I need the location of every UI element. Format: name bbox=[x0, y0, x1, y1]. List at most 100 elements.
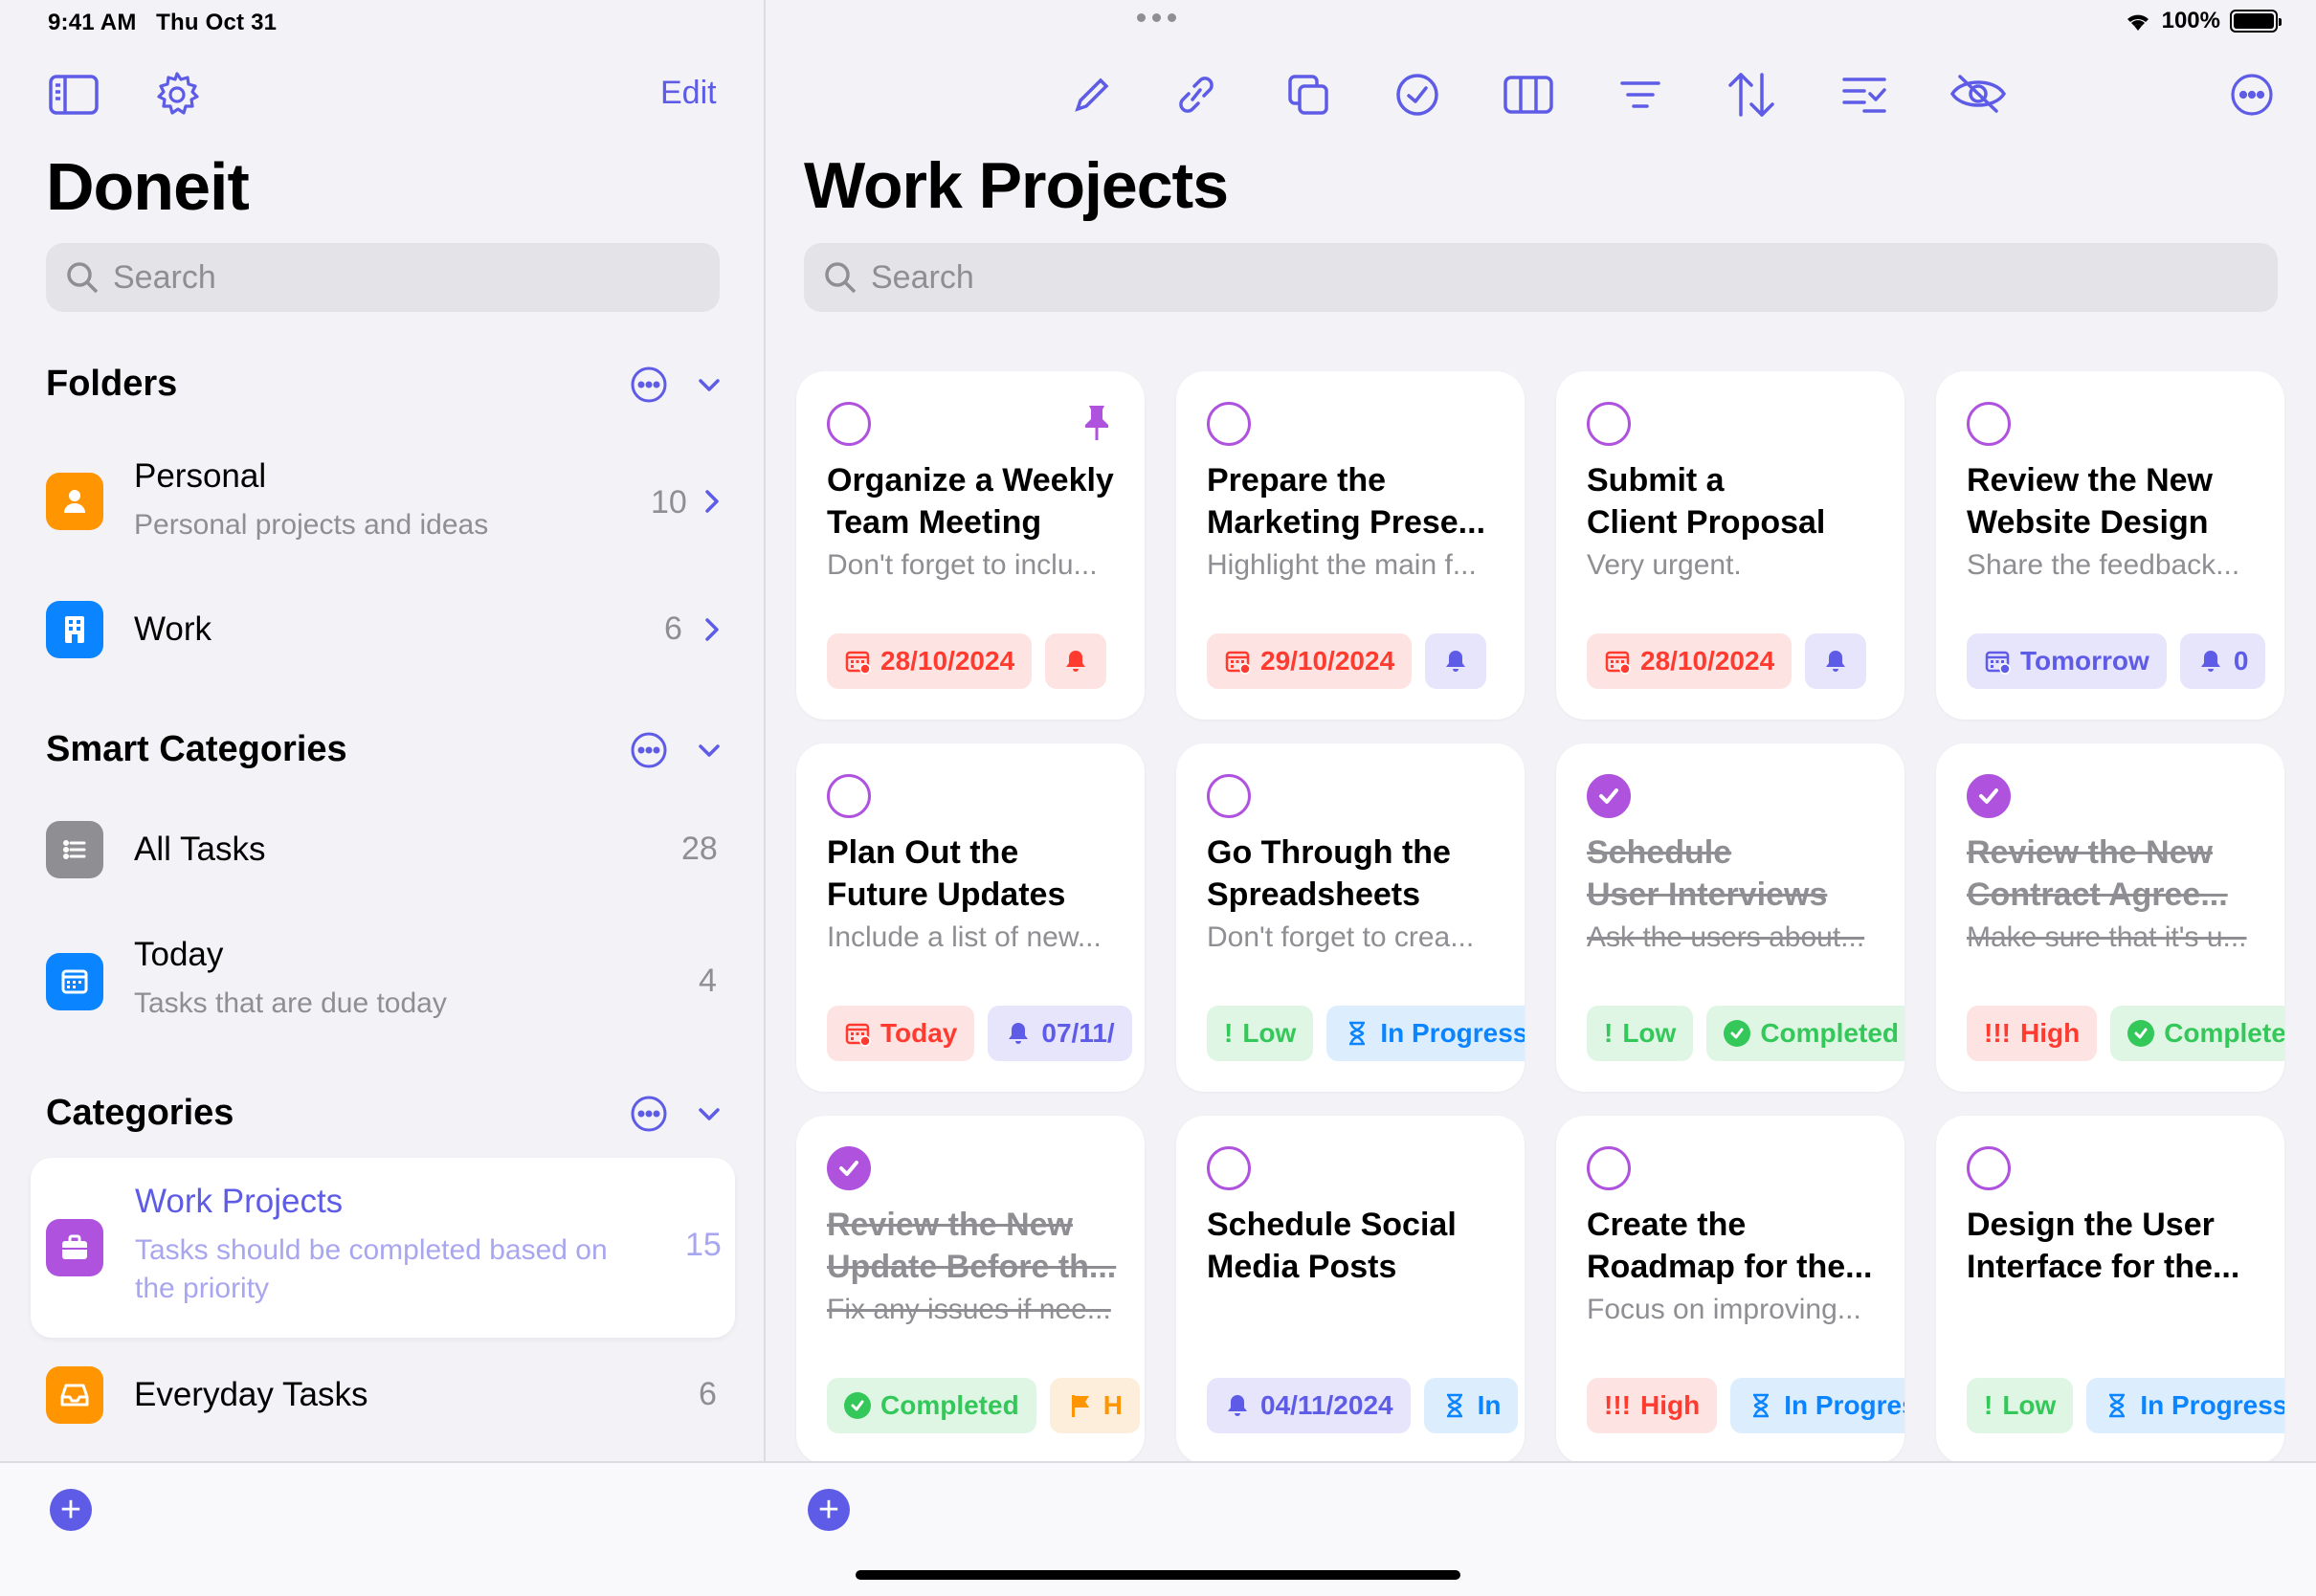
checkmark-circle-icon[interactable] bbox=[1395, 73, 1439, 117]
smart-row-all-tasks[interactable]: All Tasks 28 bbox=[29, 813, 737, 890]
category-row-work-projects[interactable]: Work Projects Tasks should be completed … bbox=[31, 1158, 735, 1338]
task-tag[interactable]: !!! High bbox=[1587, 1378, 1718, 1433]
task-tag[interactable] bbox=[1425, 633, 1487, 689]
sort-icon[interactable] bbox=[1726, 71, 1776, 119]
empty-circle-checkbox[interactable] bbox=[1207, 774, 1251, 818]
task-card[interactable]: Schedule Social Media Posts 04/11/2024 In bbox=[1176, 1116, 1525, 1464]
task-tag[interactable]: !!! High bbox=[1967, 1006, 2098, 1061]
folders-more-icon[interactable] bbox=[630, 366, 668, 404]
task-tag[interactable]: ! Low bbox=[1587, 1006, 1694, 1061]
task-tag[interactable]: H bbox=[1049, 1378, 1140, 1433]
more-options-icon[interactable] bbox=[2230, 73, 2274, 117]
list-options-icon[interactable] bbox=[1841, 75, 1887, 115]
folder-row-work[interactable]: Work 6 bbox=[29, 593, 737, 670]
filter-icon[interactable] bbox=[1619, 78, 1661, 111]
task-tag[interactable]: ! Low bbox=[1207, 1006, 1314, 1061]
task-tag[interactable]: Today bbox=[827, 1006, 975, 1061]
task-title: Create the Roadmap for the... bbox=[1587, 1204, 1883, 1288]
status-time: 9:41 AM Thu Oct 31 bbox=[48, 10, 277, 36]
empty-circle-checkbox[interactable] bbox=[1207, 402, 1251, 446]
task-tag[interactable]: 28/10/2024 bbox=[1587, 633, 1793, 689]
task-tag[interactable]: Completed bbox=[2110, 1006, 2284, 1061]
empty-circle-checkbox[interactable] bbox=[827, 774, 871, 818]
empty-circle-checkbox[interactable] bbox=[1587, 402, 1631, 446]
eye-slash-icon[interactable] bbox=[1949, 73, 2008, 115]
task-card[interactable]: Go Through the Spreadsheets Don't forget t… bbox=[1176, 743, 1525, 1092]
smart-more-icon[interactable] bbox=[630, 731, 668, 769]
calendar-icon bbox=[1984, 648, 2011, 675]
task-title-line2: Marketing Prese... bbox=[1207, 504, 1486, 541]
task-card[interactable]: Schedule User Interviews Ask the users abo… bbox=[1556, 743, 1904, 1092]
task-card[interactable]: Review the New Contract Agree... Make sure… bbox=[1936, 743, 2284, 1092]
duplicate-icon[interactable] bbox=[1286, 73, 1330, 117]
task-tags: ! Low Completed bbox=[1587, 1006, 1904, 1061]
category-row-everyday-tasks[interactable]: Everyday Tasks 6 bbox=[29, 1359, 737, 1435]
folder-title: Work bbox=[134, 610, 212, 648]
empty-circle-checkbox[interactable] bbox=[1967, 1146, 2011, 1190]
task-tag[interactable]: 28/10/2024 bbox=[827, 633, 1033, 689]
folder-row-personal[interactable]: Personal Personal projects and ideas 10 bbox=[29, 450, 737, 555]
task-title: Design the User Interface for the... bbox=[1967, 1204, 2263, 1288]
edit-button[interactable]: Edit bbox=[660, 75, 717, 112]
task-tag[interactable]: Completed bbox=[827, 1378, 1036, 1433]
columns-icon[interactable] bbox=[1503, 75, 1554, 115]
smart-row-today[interactable]: Today Tasks that are due today 4 bbox=[29, 932, 737, 1037]
task-tag[interactable]: In Progress bbox=[1326, 1006, 1525, 1061]
task-note: Include a list of new... bbox=[827, 921, 1102, 953]
sidebar-search-input[interactable]: Search bbox=[46, 243, 720, 312]
task-tag[interactable] bbox=[1805, 633, 1867, 689]
task-card[interactable]: Plan Out the Future Updates Include a list… bbox=[796, 743, 1145, 1092]
categories-more-icon[interactable] bbox=[630, 1095, 668, 1133]
task-card[interactable]: Submit a Client Proposal Very urgent. 28/10… bbox=[1556, 371, 1904, 720]
task-tag[interactable]: Tomorrow bbox=[1967, 633, 2167, 689]
add-folder-button[interactable]: + bbox=[50, 1489, 92, 1531]
task-tag-label: 0 bbox=[2233, 646, 2249, 676]
multitask-dots[interactable] bbox=[1137, 13, 1176, 22]
task-tag[interactable]: 0 bbox=[2179, 633, 2266, 689]
link-icon[interactable] bbox=[1173, 73, 1219, 117]
task-tag[interactable]: 07/11/ bbox=[988, 1006, 1132, 1061]
folders-chevron-down-icon[interactable] bbox=[696, 371, 723, 398]
task-card[interactable]: Review the New Update Before th... Fix any… bbox=[796, 1116, 1145, 1464]
empty-circle-checkbox[interactable] bbox=[1967, 402, 2011, 446]
task-tag[interactable] bbox=[1045, 633, 1107, 689]
empty-circle-checkbox[interactable] bbox=[1587, 1146, 1631, 1190]
task-title-line1: Design the User bbox=[1967, 1207, 2215, 1243]
main-search-input[interactable]: Search bbox=[804, 243, 2278, 312]
task-title-line2: Interface for the... bbox=[1967, 1249, 2240, 1285]
search-placeholder: Search bbox=[113, 258, 216, 296]
empty-circle-checkbox[interactable] bbox=[1207, 1146, 1251, 1190]
bell-icon bbox=[1442, 648, 1469, 675]
checked-circle-icon[interactable] bbox=[1587, 774, 1631, 818]
task-card[interactable]: Create the Roadmap for the... Focus on imp… bbox=[1556, 1116, 1904, 1464]
task-title-line1: Create the bbox=[1587, 1207, 1747, 1243]
sidebar-toggle-icon[interactable] bbox=[48, 73, 100, 117]
categories-chevron-down-icon[interactable] bbox=[696, 1100, 723, 1127]
task-tag[interactable]: 29/10/2024 bbox=[1207, 633, 1413, 689]
task-tag[interactable]: In bbox=[1423, 1378, 1519, 1433]
task-card[interactable]: Review the New Website Design Share the fe… bbox=[1936, 371, 2284, 720]
add-task-button[interactable]: + bbox=[808, 1489, 850, 1531]
task-tag[interactable]: 04/11/2024 bbox=[1207, 1378, 1411, 1433]
empty-circle-checkbox[interactable] bbox=[827, 402, 871, 446]
task-tag-label: In Progress bbox=[2140, 1390, 2284, 1420]
check-circle-icon bbox=[1724, 1020, 1751, 1047]
task-title-line1: Organize a Weekly bbox=[827, 462, 1114, 499]
folder-title: Personal bbox=[134, 457, 267, 495]
task-card[interactable]: Design the User Interface for the... ! Low I… bbox=[1936, 1116, 2284, 1464]
task-card[interactable]: Prepare the Marketing Prese... Highlight t… bbox=[1176, 371, 1525, 720]
task-tag[interactable]: In Progress bbox=[2086, 1378, 2284, 1433]
smart-chevron-down-icon[interactable] bbox=[696, 737, 723, 764]
status-time-text: 9:41 AM bbox=[48, 10, 137, 35]
task-note: Fix any issues if nee... bbox=[827, 1294, 1111, 1325]
smart-categories-heading: Smart Categories bbox=[46, 729, 347, 769]
checked-circle-icon[interactable] bbox=[1967, 774, 2011, 818]
task-tag[interactable]: Completed bbox=[1706, 1006, 1904, 1061]
priority-low-icon: ! bbox=[1224, 1018, 1234, 1048]
task-tag[interactable]: ! Low bbox=[1967, 1378, 2074, 1433]
checked-circle-icon[interactable] bbox=[827, 1146, 871, 1190]
task-card[interactable]: Organize a Weekly Team Meeting Don't forge… bbox=[796, 371, 1145, 720]
gear-icon[interactable] bbox=[153, 71, 201, 119]
task-tag[interactable]: In Progress bbox=[1730, 1378, 1904, 1433]
pencil-icon[interactable] bbox=[1072, 75, 1112, 115]
